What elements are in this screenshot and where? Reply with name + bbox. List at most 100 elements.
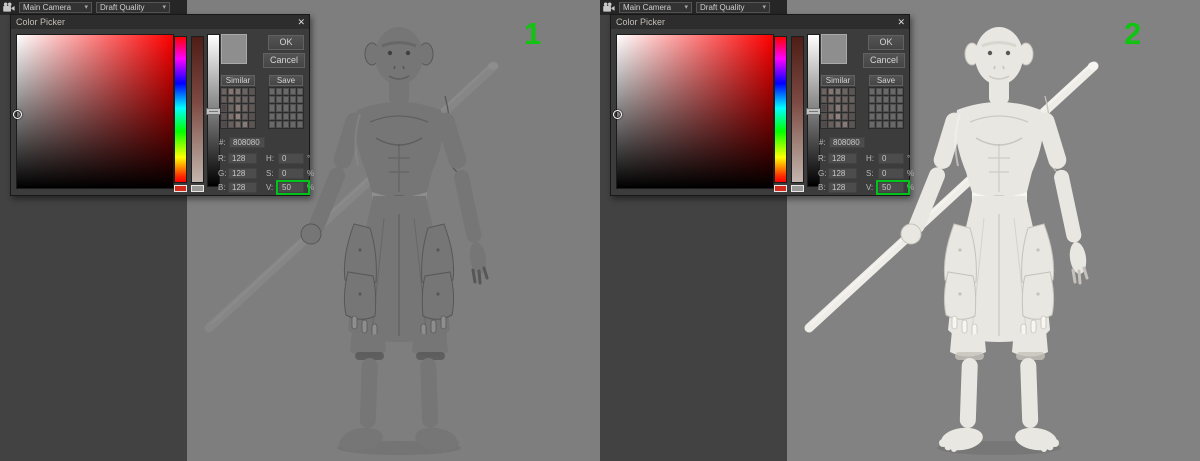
color-swatch[interactable]: [876, 96, 882, 104]
color-swatch[interactable]: [221, 120, 227, 128]
color-swatch[interactable]: [897, 96, 903, 104]
color-swatch[interactable]: [869, 96, 875, 104]
color-swatch[interactable]: [890, 88, 896, 96]
color-swatch[interactable]: [828, 88, 834, 96]
h-field[interactable]: 0: [278, 153, 304, 164]
color-swatch[interactable]: [890, 96, 896, 104]
color-swatch[interactable]: [869, 112, 875, 120]
color-swatch[interactable]: [290, 104, 296, 112]
color-swatch[interactable]: [883, 112, 889, 120]
color-swatch[interactable]: [876, 104, 882, 112]
quality-select[interactable]: Draft Quality ▾: [96, 2, 170, 13]
color-swatch[interactable]: [883, 120, 889, 128]
color-swatch[interactable]: [297, 120, 303, 128]
color-swatch[interactable]: [876, 112, 882, 120]
value-handle[interactable]: [806, 108, 821, 115]
color-swatch[interactable]: [876, 88, 882, 96]
hue-strip[interactable]: [774, 36, 787, 183]
g-field[interactable]: 128: [828, 168, 857, 179]
sv-cursor[interactable]: [613, 110, 622, 119]
color-swatch[interactable]: [835, 120, 841, 128]
color-swatch[interactable]: [235, 88, 241, 96]
color-swatch[interactable]: [849, 96, 855, 104]
color-swatch[interactable]: [835, 112, 841, 120]
v-field[interactable]: 50: [278, 182, 304, 193]
saturation-value-picker[interactable]: [13, 34, 174, 189]
b-field[interactable]: 128: [228, 182, 257, 193]
color-swatch[interactable]: [290, 112, 296, 120]
color-swatch[interactable]: [242, 120, 248, 128]
h-field[interactable]: 0: [878, 153, 904, 164]
s-field[interactable]: 0: [878, 168, 904, 179]
color-swatch[interactable]: [842, 120, 848, 128]
color-swatch[interactable]: [897, 88, 903, 96]
color-swatch[interactable]: [297, 88, 303, 96]
save-button[interactable]: Save: [869, 75, 903, 86]
s-field[interactable]: 0: [278, 168, 304, 179]
hex-field[interactable]: 808080: [229, 137, 265, 148]
color-swatch[interactable]: [849, 120, 855, 128]
color-swatch[interactable]: [249, 112, 255, 120]
color-swatch[interactable]: [849, 104, 855, 112]
color-swatch[interactable]: [821, 104, 827, 112]
color-swatch[interactable]: [228, 120, 234, 128]
shade-indicator[interactable]: [191, 185, 204, 192]
color-swatch[interactable]: [269, 104, 275, 112]
color-swatch[interactable]: [269, 112, 275, 120]
saturation-value-picker[interactable]: [613, 34, 774, 189]
ok-button[interactable]: OK: [268, 35, 304, 50]
color-swatch[interactable]: [283, 112, 289, 120]
color-swatch[interactable]: [883, 88, 889, 96]
color-swatch[interactable]: [890, 112, 896, 120]
color-swatch[interactable]: [821, 88, 827, 96]
color-swatch[interactable]: [276, 96, 282, 104]
shade-strip[interactable]: [791, 36, 804, 183]
color-swatch[interactable]: [842, 88, 848, 96]
color-swatch[interactable]: [242, 88, 248, 96]
color-swatch[interactable]: [297, 96, 303, 104]
color-swatch[interactable]: [897, 112, 903, 120]
color-swatch[interactable]: [835, 104, 841, 112]
v-field[interactable]: 50: [878, 182, 904, 193]
color-swatch[interactable]: [290, 96, 296, 104]
g-field[interactable]: 128: [228, 168, 257, 179]
color-swatch[interactable]: [835, 96, 841, 104]
color-swatch[interactable]: [890, 120, 896, 128]
color-swatch[interactable]: [228, 88, 234, 96]
close-icon[interactable]: ✕: [297, 15, 305, 29]
color-swatch[interactable]: [276, 104, 282, 112]
color-swatch[interactable]: [821, 96, 827, 104]
color-swatch[interactable]: [883, 96, 889, 104]
color-swatch[interactable]: [876, 120, 882, 128]
ok-button[interactable]: OK: [868, 35, 904, 50]
color-swatch[interactable]: [835, 88, 841, 96]
camera-select[interactable]: Main Camera ▾: [619, 2, 692, 13]
color-swatch[interactable]: [249, 120, 255, 128]
color-swatch[interactable]: [276, 88, 282, 96]
color-swatch[interactable]: [283, 104, 289, 112]
color-swatch[interactable]: [283, 96, 289, 104]
cancel-button[interactable]: Cancel: [263, 53, 305, 68]
sv-cursor[interactable]: [13, 110, 22, 119]
color-swatch[interactable]: [269, 88, 275, 96]
color-swatch[interactable]: [228, 104, 234, 112]
save-button[interactable]: Save: [269, 75, 303, 86]
color-swatch[interactable]: [842, 96, 848, 104]
color-swatch[interactable]: [828, 96, 834, 104]
color-swatch[interactable]: [883, 104, 889, 112]
similar-button[interactable]: Similar: [821, 75, 855, 86]
color-swatch[interactable]: [821, 120, 827, 128]
color-swatch[interactable]: [235, 120, 241, 128]
color-swatch[interactable]: [283, 88, 289, 96]
color-swatch[interactable]: [849, 88, 855, 96]
camera-select[interactable]: Main Camera ▾: [19, 2, 92, 13]
color-swatch[interactable]: [842, 104, 848, 112]
color-swatch[interactable]: [897, 104, 903, 112]
similar-button[interactable]: Similar: [221, 75, 255, 86]
close-icon[interactable]: ✕: [897, 15, 905, 29]
color-swatch[interactable]: [821, 112, 827, 120]
color-swatch[interactable]: [283, 120, 289, 128]
color-swatch[interactable]: [242, 104, 248, 112]
color-swatch[interactable]: [290, 88, 296, 96]
hex-field[interactable]: 808080: [829, 137, 865, 148]
